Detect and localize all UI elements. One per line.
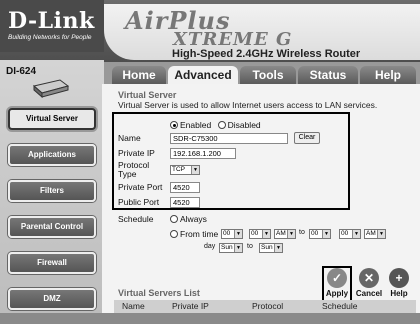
apply-button[interactable]: ✓ Apply [324,268,350,298]
dlink-logo: D-Link [8,8,95,34]
help-button[interactable]: + Help [386,268,412,298]
tab-status[interactable]: Status [298,66,358,84]
day-from-select[interactable]: Sun ▼ [219,243,243,253]
private-ip-field[interactable]: 192.168.1.200 [170,148,236,159]
chevron-down-icon: ▼ [234,230,242,238]
tab-home[interactable]: Home [112,66,166,84]
from-minute-value: 00 [251,230,259,237]
chevron-down-icon: ▼ [274,244,282,252]
cancel-label: Cancel [355,289,383,298]
sidebar-item-virtual-server[interactable]: Virtual Server [8,108,96,130]
public-port-field[interactable]: 4520 [170,197,200,208]
column-name: Name [122,301,145,311]
sidebar-item-filters[interactable]: Filters [8,180,96,202]
to-minute-value: 00 [341,230,349,237]
clear-button[interactable]: Clear [294,132,320,144]
private-port-field[interactable]: 4520 [170,182,200,193]
name-field[interactable]: SDR-C75300 [170,133,288,144]
disabled-label: Disabled [227,120,261,130]
to-ampm-select[interactable]: AM ▼ [364,229,386,239]
sidebar-item-dmz[interactable]: DMZ [8,288,96,310]
help-label: Help [390,289,408,298]
always-option[interactable]: Always [170,214,207,224]
enabled-label: Enabled [180,120,212,130]
from-minute-select[interactable]: 00 ▼ [249,229,271,239]
logo-box: D-Link Building Networks for People [0,0,104,52]
from-hour-value: 00 [223,230,231,237]
tab-help[interactable]: Help [360,66,416,84]
sidebar-item-applications[interactable]: Applications [8,144,96,166]
day-to-label: to [247,243,253,250]
chevron-down-icon: ▼ [287,230,295,238]
enable-radio-group: Enabled Disabled [170,120,261,130]
section-description: Virtual Server is used to allow Internet… [118,100,378,110]
product-brand-line2: XTREME G [173,29,293,50]
day-label: day [204,243,216,250]
enabled-radio[interactable] [170,121,178,129]
from-hour-select[interactable]: 00 ▼ [221,229,243,239]
day-to-select[interactable]: Sun ▼ [259,243,283,253]
to-hour-value: 00 [311,230,319,237]
product-subtitle: High-Speed 2.4GHz Wireless Router [172,48,361,60]
plus-help-icon: + [389,268,409,288]
chevron-down-icon: ▼ [352,230,360,238]
fromtime-radio[interactable] [170,230,178,238]
section-title: Virtual Server [118,90,177,100]
column-schedule: Schedule [322,301,358,311]
to-minute-select[interactable]: 00 ▼ [339,229,361,239]
logo-tagline: Building Networks for People [8,34,92,41]
protocol-value: TCP [172,166,185,173]
disabled-radio[interactable] [217,121,226,129]
fromtime-option[interactable]: From time [170,229,218,239]
tab-tools[interactable]: Tools [240,66,296,84]
tab-advanced[interactable]: Advanced [168,66,238,84]
private-ip-label: Private IP [118,148,155,158]
virtual-servers-list-title: Virtual Servers List [118,288,200,298]
protocol-select[interactable]: TCP ▼ [170,165,200,175]
chevron-down-icon: ▼ [377,230,385,238]
always-radio[interactable] [170,215,178,223]
from-ampm-select[interactable]: AM ▼ [274,229,296,239]
chevron-down-icon: ▼ [322,230,330,238]
cancel-button[interactable]: ✕ Cancel [354,268,384,298]
day-to-value: Sun [261,244,273,251]
chevron-down-icon: ▼ [234,244,242,252]
protocol-type-label: Protocol Type [118,160,150,179]
sidebar-item-parental-control[interactable]: Parental Control [8,216,96,238]
sidebar: Virtual Server Applications Filters Pare… [8,108,98,324]
virtual-servers-list-header: Name Private IP Protocol Schedule [114,300,416,313]
to-ampm-value: AM [366,230,376,237]
apply-label: Apply [325,289,349,298]
day-from-value: Sun [221,244,233,251]
sidebar-item-firewall[interactable]: Firewall [8,252,96,274]
to-hour-select[interactable]: 00 ▼ [309,229,331,239]
name-label: Name [118,133,141,143]
router-admin-page: D-Link Building Networks for People AirP… [0,0,420,313]
chevron-down-icon: ▼ [262,230,270,238]
fromtime-label: From time [180,229,219,239]
public-port-label: Public Port [118,197,160,207]
column-protocol: Protocol [252,301,284,311]
column-private-ip: Private IP [172,301,209,311]
product-brand: AirPlus XTREME G [125,6,292,50]
schedule-label: Schedule [118,214,154,224]
to-label: to [299,229,305,236]
router-image-icon [32,79,70,98]
private-port-label: Private Port [118,182,163,192]
cancel-x-icon: ✕ [359,268,379,288]
chevron-down-icon: ▼ [191,166,199,174]
checkmark-icon: ✓ [327,268,347,288]
always-label: Always [180,214,207,224]
tab-bar: Home Advanced Tools Status Help [112,66,420,84]
from-ampm-value: AM [276,230,286,237]
